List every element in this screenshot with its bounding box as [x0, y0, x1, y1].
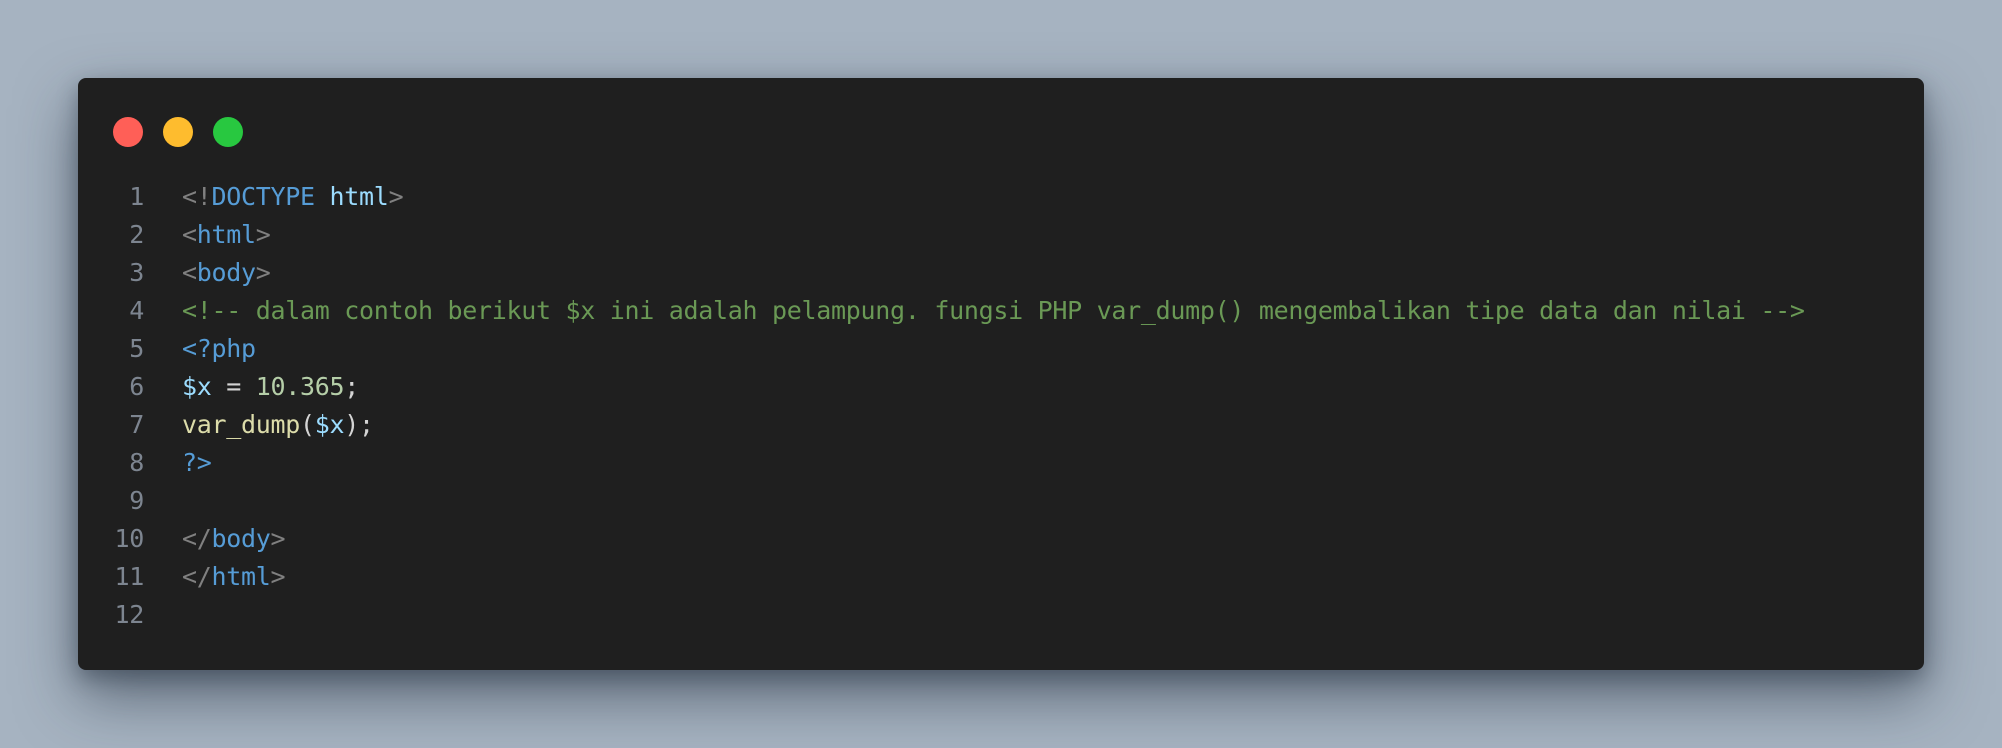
close-button[interactable] — [113, 117, 143, 147]
code-line-text: ?> — [144, 444, 212, 482]
code-token: </ — [182, 562, 212, 591]
code-token: body — [196, 258, 256, 287]
code-token: 10.365 — [255, 372, 345, 401]
code-token: < — [182, 220, 197, 249]
code-line: 10 </body> — [78, 520, 1805, 558]
code-token: body — [211, 524, 271, 553]
code-block[interactable]: 1 <!DOCTYPE html> 2 <html> 3 <body> 4 <!-- dala… — [78, 178, 1805, 634]
line-number: 5 — [129, 334, 144, 363]
code-token: > — [270, 562, 286, 591]
code-token: <! — [182, 182, 212, 211]
code-line: 11 </html> — [78, 558, 1805, 596]
code-line: 6 $x = 10.365; — [78, 368, 1805, 406]
code-line: 7 var_dump($x); — [78, 406, 1805, 444]
line-number: 11 — [114, 562, 144, 591]
code-token: </ — [182, 524, 212, 553]
code-token: ; — [344, 372, 360, 401]
code-token: > — [270, 524, 286, 553]
maximize-button[interactable] — [213, 117, 243, 147]
code-line-text: $x = 10.365; — [144, 368, 359, 406]
code-line: 3 <body> — [78, 254, 1805, 292]
code-line: 4 <!-- dalam contoh berikut $x ini adalah… — [78, 292, 1805, 330]
code-token: DOCTYPE — [211, 182, 316, 211]
code-line: 5 <?php — [78, 330, 1805, 368]
code-token: > — [255, 258, 271, 287]
code-line-text: <?php — [144, 330, 256, 368]
code-token: html — [211, 562, 271, 591]
code-token: html — [196, 220, 256, 249]
code-line-text: <!-- dalam contoh berikut $x ini adalah … — [144, 292, 1805, 330]
code-token: < — [182, 258, 197, 287]
code-token: var_dump — [182, 410, 301, 439]
code-line-text: </html> — [144, 558, 286, 596]
code-token: = — [211, 372, 256, 401]
line-number: 9 — [129, 486, 144, 515]
code-line: 12 — [78, 596, 1805, 634]
line-number: 6 — [129, 372, 144, 401]
code-line: 1 <!DOCTYPE html> — [78, 178, 1805, 216]
code-token: ( — [300, 410, 315, 439]
line-number: 12 — [114, 600, 144, 629]
code-line-text: <html> — [144, 216, 271, 254]
window-controls — [113, 117, 243, 147]
code-line-text: var_dump($x); — [144, 406, 374, 444]
code-line: 8 ?> — [78, 444, 1805, 482]
line-number: 3 — [129, 258, 144, 287]
code-line: 2 <html> — [78, 216, 1805, 254]
code-token: > — [255, 220, 271, 249]
code-window: 1 <!DOCTYPE html> 2 <html> 3 <body> 4 <!-- dala… — [78, 78, 1924, 670]
code-line-text: <body> — [144, 254, 271, 292]
minimize-button[interactable] — [163, 117, 193, 147]
code-line: 9 — [78, 482, 1805, 520]
line-number: 8 — [129, 448, 144, 477]
code-line-text: <!DOCTYPE html> — [144, 178, 404, 216]
line-number: 7 — [129, 410, 144, 439]
code-token: ); — [344, 410, 374, 439]
code-token: <!-- dalam contoh berikut $x ini adalah … — [182, 296, 1805, 325]
line-number: 2 — [129, 220, 144, 249]
line-number: 4 — [129, 296, 144, 325]
code-token: <?php — [182, 334, 256, 363]
line-number: 1 — [129, 182, 144, 211]
code-token: $x — [314, 410, 345, 439]
code-token: > — [388, 182, 404, 211]
code-token: html — [329, 182, 389, 211]
code-line-text: </body> — [144, 520, 286, 558]
code-token: ?> — [182, 448, 212, 477]
line-number: 10 — [114, 524, 144, 553]
code-token: $x — [182, 372, 212, 401]
